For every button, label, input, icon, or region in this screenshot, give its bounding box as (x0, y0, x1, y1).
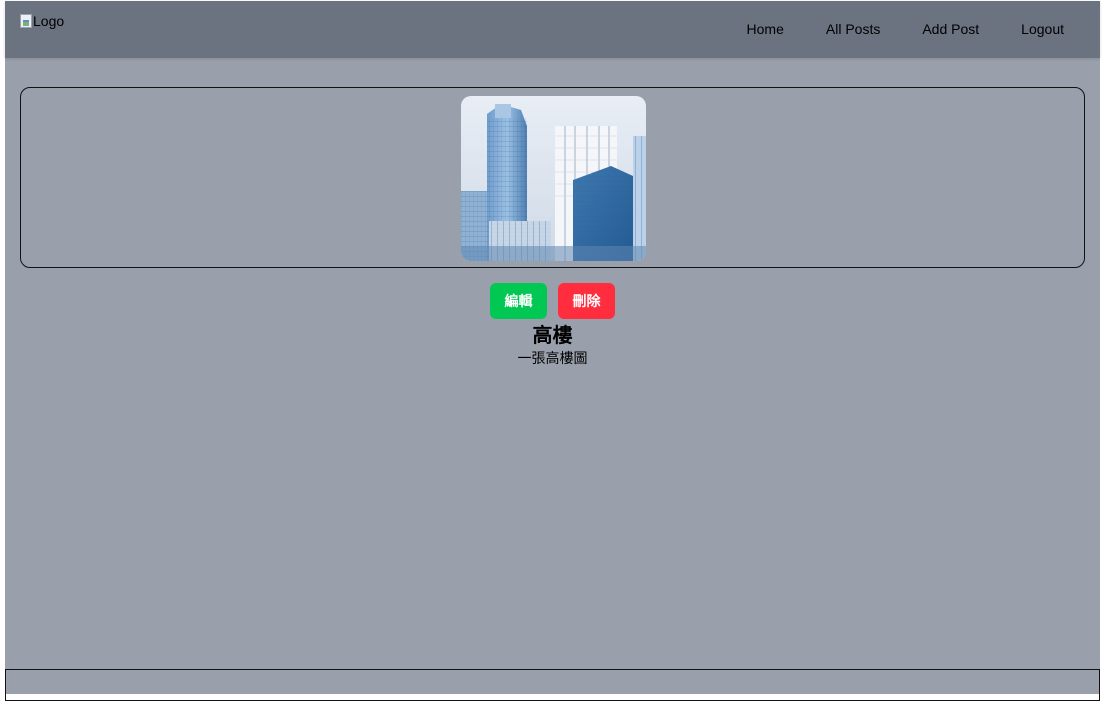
nav-link-home[interactable]: Home (726, 1, 805, 58)
delete-button[interactable]: 刪除 (558, 283, 615, 319)
post-image (461, 96, 646, 261)
post-description: 一張高樓圖 (517, 351, 588, 367)
edit-button[interactable]: 編輯 (490, 283, 547, 319)
nav-link-all-posts[interactable]: All Posts (805, 1, 901, 58)
navbar: Logo Home All Posts Add Post Logout (5, 1, 1100, 58)
footer (5, 669, 1100, 701)
post-title: 高樓 (532, 323, 573, 347)
logo[interactable]: Logo (20, 13, 64, 29)
nav-link-logout[interactable]: Logout (1000, 1, 1100, 58)
logo-alt-text: Logo (33, 13, 65, 29)
post-image-card (20, 87, 1085, 268)
nav-link-add-post[interactable]: Add Post (901, 1, 1000, 58)
nav-links: Home All Posts Add Post Logout (726, 1, 1100, 58)
app-root: Logo Home All Posts Add Post Logout 編輯 刪… (5, 1, 1100, 701)
post-actions: 編輯 刪除 (490, 283, 615, 319)
broken-image-icon (20, 14, 32, 28)
